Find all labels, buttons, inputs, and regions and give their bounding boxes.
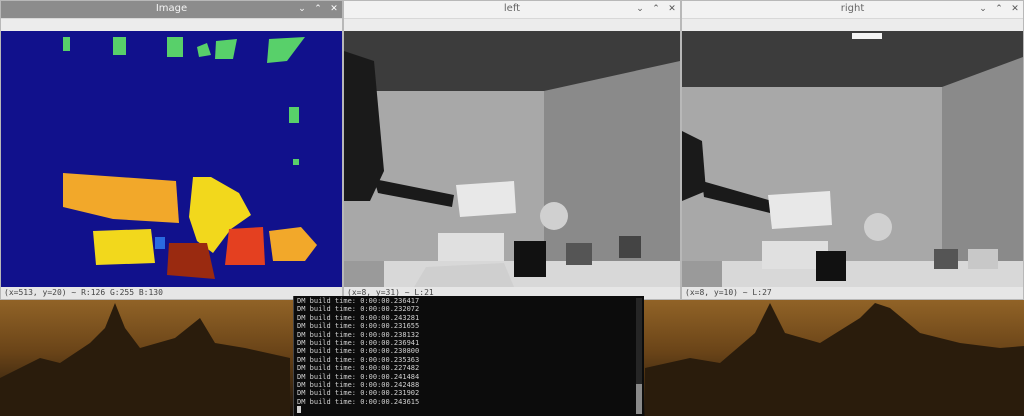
window-title: right xyxy=(840,3,865,14)
terminal-scrollbar[interactable] xyxy=(636,298,642,414)
close-icon[interactable]: ✕ xyxy=(1010,3,1020,15)
terminal-line: DM build time: 0:00:00.242488 xyxy=(297,380,420,389)
terminal-line: DM build time: 0:00:00.231655 xyxy=(297,322,420,331)
minimize-icon[interactable]: ⌄ xyxy=(978,3,988,15)
depth-map-image xyxy=(1,31,342,287)
terminal-line: DM build time: 0:00:00.231902 xyxy=(297,389,420,398)
image-window[interactable]: Image ⌄ ⌃ ✕ (x=513, y=20) ~ R:126 G:255 … xyxy=(0,0,343,300)
right-window[interactable]: right ⌄ ⌃ ✕ (x=8, y=10) ~ L:27 xyxy=(681,0,1024,300)
status-bar: (x=8, y=10) ~ L:27 xyxy=(682,287,1023,299)
window-title: Image xyxy=(155,3,188,14)
terminal-window[interactable]: DM build time: 0:00:00.236417 DM build t… xyxy=(293,296,644,416)
scrollbar-thumb[interactable] xyxy=(636,384,642,414)
terminal-line: DM build time: 0:00:00.230800 xyxy=(297,347,420,356)
left-window-titlebar[interactable]: left ⌄ ⌃ ✕ xyxy=(344,1,680,19)
status-bar: (x=513, y=20) ~ R:126 G:255 B:130 xyxy=(1,287,342,299)
minimize-icon[interactable]: ⌄ xyxy=(635,3,645,15)
terminal-output: DM build time: 0:00:00.236417 DM build t… xyxy=(297,297,632,414)
left-camera-image xyxy=(344,31,680,287)
window-title: left xyxy=(503,3,521,14)
left-window[interactable]: left ⌄ ⌃ ✕ (x=8, y=31) ~ L:21 xyxy=(343,0,681,300)
minimize-icon[interactable]: ⌄ xyxy=(297,3,307,15)
maximize-icon[interactable]: ⌃ xyxy=(651,3,661,15)
terminal-line: DM build time: 0:00:00.236941 xyxy=(297,338,420,347)
right-camera-image xyxy=(682,31,1023,287)
close-icon[interactable]: ✕ xyxy=(667,3,677,15)
terminal-line: DM build time: 0:00:00.232072 xyxy=(297,305,420,314)
image-window-titlebar[interactable]: Image ⌄ ⌃ ✕ xyxy=(1,1,342,19)
right-camera-view[interactable] xyxy=(682,31,1023,287)
cursor xyxy=(297,406,301,414)
terminal-prompt[interactable] xyxy=(297,406,632,414)
maximize-icon[interactable]: ⌃ xyxy=(994,3,1004,15)
terminal-line: DM build time: 0:00:00.241484 xyxy=(297,372,420,381)
terminal-line: DM build time: 0:00:00.238132 xyxy=(297,330,420,339)
terminal-line: DM build time: 0:00:00.227482 xyxy=(297,364,420,373)
terminal-line: DM build time: 0:00:00.235363 xyxy=(297,355,420,364)
terminal-line: DM build time: 0:00:00.236417 xyxy=(297,297,420,305)
terminal-line: DM build time: 0:00:00.243281 xyxy=(297,313,420,322)
right-window-titlebar[interactable]: right ⌄ ⌃ ✕ xyxy=(682,1,1023,19)
depth-map-view[interactable] xyxy=(1,31,342,287)
left-camera-view[interactable] xyxy=(344,31,680,287)
maximize-icon[interactable]: ⌃ xyxy=(313,3,323,15)
close-icon[interactable]: ✕ xyxy=(329,3,339,15)
terminal-line: DM build time: 0:00:00.243615 xyxy=(297,397,420,406)
